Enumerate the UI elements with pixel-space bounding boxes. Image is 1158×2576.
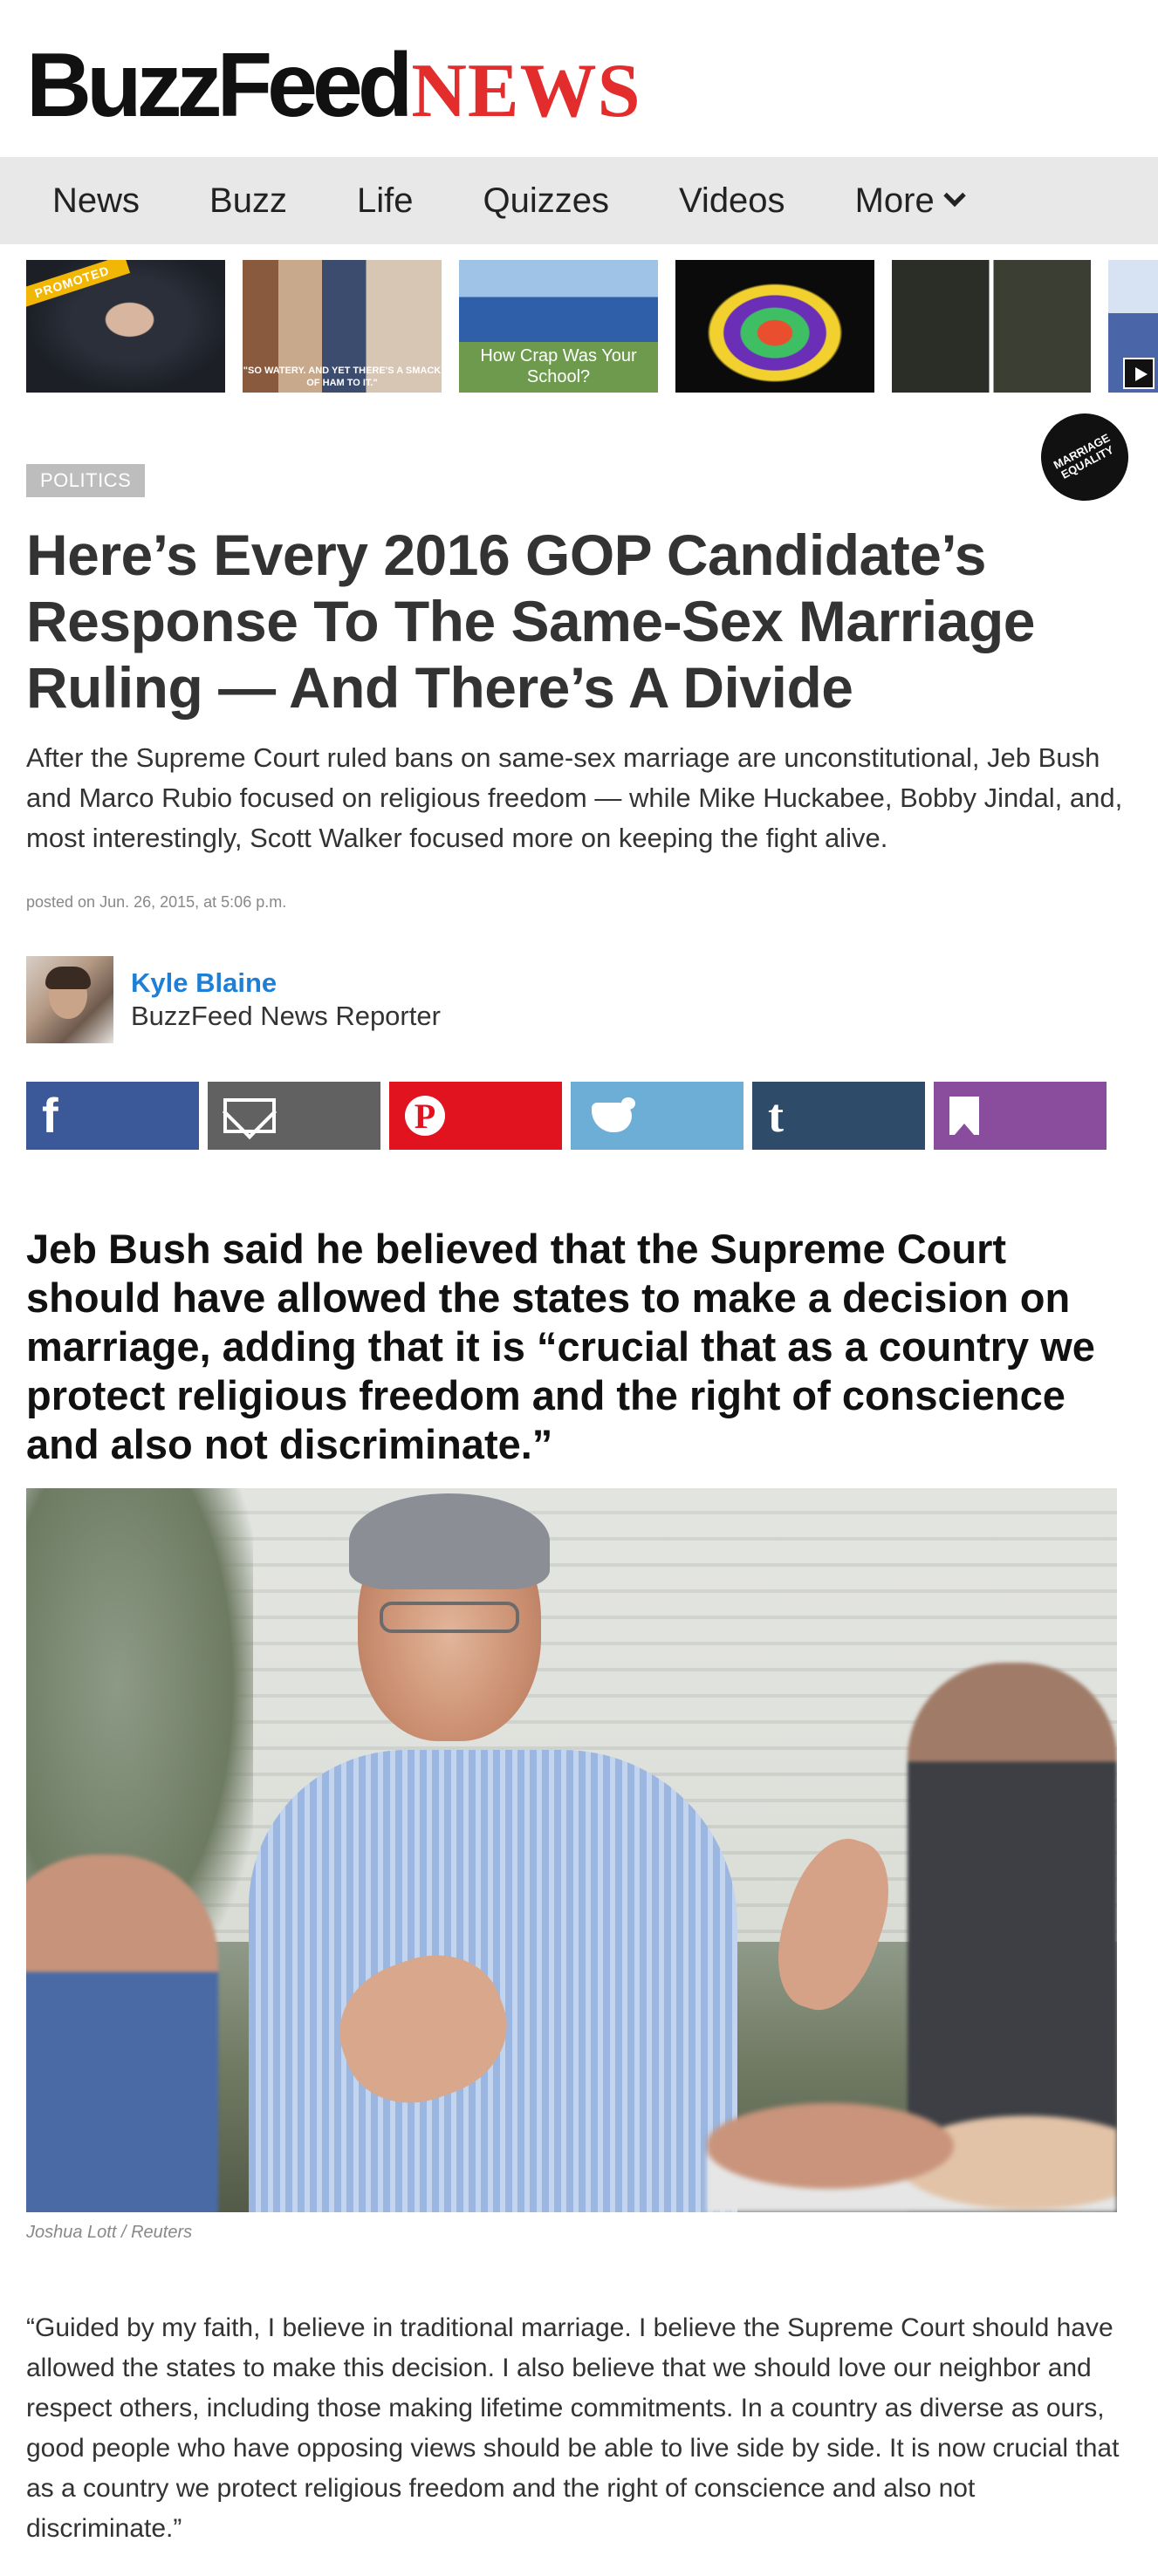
article-dek: After the Supreme Court ruled bans on sa…: [26, 742, 1123, 853]
main-nav: News Buzz Life Quizzes Videos More: [0, 157, 1158, 244]
nav-item-videos[interactable]: Videos: [679, 181, 785, 221]
twitter-bird-icon: [586, 1096, 637, 1136]
share-tumblr-button[interactable]: t: [752, 1082, 925, 1150]
chevron-down-icon: [942, 184, 966, 208]
article-photo-jeb-bush[interactable]: [26, 1488, 1117, 2212]
buzzfeed-news-logo[interactable]: BuzzFeed NEWS: [26, 40, 641, 133]
bookmark-icon: [949, 1097, 979, 1136]
promoted-label: PROMOTED: [26, 260, 131, 309]
photo-subject-glasses: [380, 1602, 519, 1633]
promo-thumb-1[interactable]: PROMOTED: [26, 260, 225, 393]
pinterest-icon: P: [405, 1096, 445, 1136]
nav-item-news[interactable]: News: [52, 181, 140, 221]
promo-strip: PROMOTED "SO WATERY. AND YET THERE'S A S…: [26, 260, 1158, 393]
share-twitter-button[interactable]: [571, 1082, 743, 1150]
author-byline: Kyle Blaine BuzzFeed News Reporter: [26, 956, 441, 1043]
article-headline: Here’s Every 2016 GOP Candidate’s Respon…: [26, 523, 1036, 720]
section-heading-jeb-bush: Jeb Bush said he believed that the Supre…: [26, 1226, 1095, 1467]
nav-item-life[interactable]: Life: [357, 181, 414, 221]
promo-caption-3: How Crap Was Your School?: [480, 346, 637, 386]
post-timestamp: posted on Jun. 26, 2015, at 5:06 p.m.: [26, 893, 287, 911]
promo-thumb-4[interactable]: [675, 260, 874, 393]
nav-item-more-label: More: [854, 181, 935, 220]
promo-thumb-6[interactable]: [1108, 260, 1158, 393]
author-role: BuzzFeed News Reporter: [131, 1001, 441, 1031]
promo-caption-2: "SO WATERY. AND YET THERE'S A SMACK OF H…: [243, 366, 442, 388]
share-bar: f P t: [26, 1082, 1115, 1150]
share-email-button[interactable]: [208, 1082, 380, 1150]
promo-thumb-5[interactable]: [892, 260, 1091, 393]
marriage-equality-badge[interactable]: MARRIAGE EQUALITY: [1025, 398, 1144, 516]
facebook-icon: f: [42, 1088, 58, 1143]
tumblr-icon: t: [768, 1090, 784, 1142]
author-avatar[interactable]: [26, 956, 113, 1043]
photo-crowd-heads: [707, 2046, 1117, 2212]
photo-subject-hair: [349, 1493, 550, 1589]
author-name-link[interactable]: Kyle Blaine: [131, 967, 441, 1000]
photo-bystander-left: [26, 1855, 218, 2212]
envelope-icon: [223, 1098, 276, 1133]
category-tag[interactable]: POLITICS: [26, 464, 146, 497]
promo-thumb-2[interactable]: "SO WATERY. AND YET THERE'S A SMACK OF H…: [243, 260, 442, 393]
bookmark-button[interactable]: [934, 1082, 1107, 1150]
play-icon: [1123, 358, 1155, 389]
share-facebook-button[interactable]: f: [26, 1082, 199, 1150]
nav-item-quizzes[interactable]: Quizzes: [483, 181, 609, 221]
photo-credit: Joshua Lott / Reuters: [26, 2223, 193, 2242]
logo-buzzfeed-text: BuzzFeed: [26, 35, 413, 136]
promo-thumb-3[interactable]: How Crap Was Your School?: [459, 260, 658, 393]
photo-subject-shirt: [249, 1750, 737, 2212]
nav-item-buzz[interactable]: Buzz: [209, 181, 287, 221]
jeb-bush-quote: “Guided by my faith, I believe in tradit…: [26, 2313, 1120, 2543]
nav-item-more[interactable]: More: [854, 181, 966, 221]
share-pinterest-button[interactable]: P: [389, 1082, 562, 1150]
byline-text: Kyle Blaine BuzzFeed News Reporter: [131, 967, 441, 1033]
logo-news-text: NEWS: [411, 49, 641, 133]
